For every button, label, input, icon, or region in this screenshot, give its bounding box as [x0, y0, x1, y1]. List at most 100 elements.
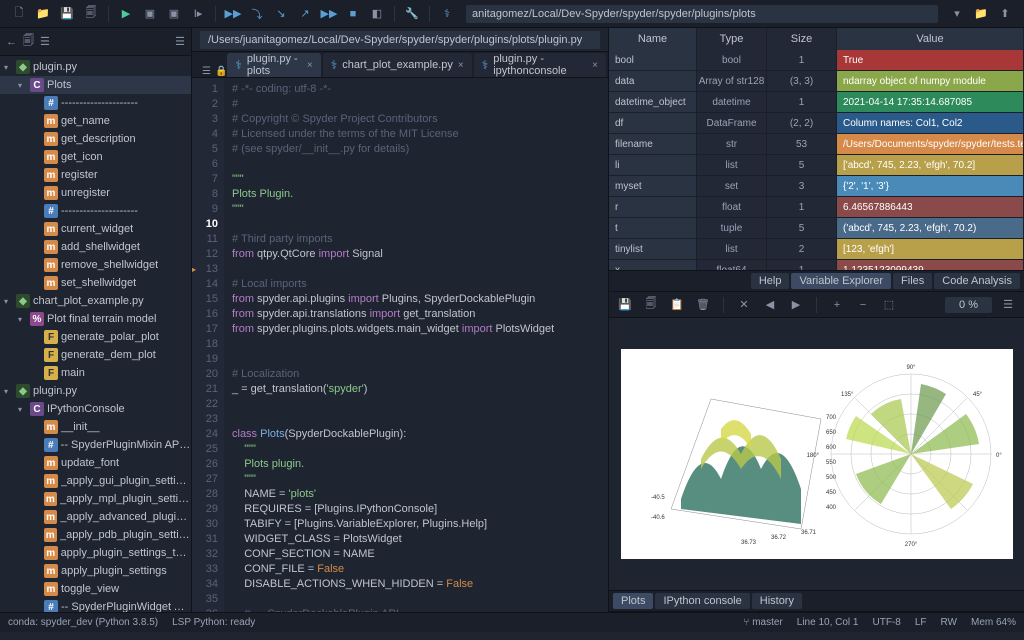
- save-icon[interactable]: 💾: [56, 3, 78, 25]
- pane-tab[interactable]: Files: [893, 273, 932, 289]
- run-icon[interactable]: ▶: [115, 3, 137, 25]
- pane-tab[interactable]: History: [752, 593, 802, 609]
- col-name[interactable]: Name: [609, 28, 697, 50]
- plot-fit-icon[interactable]: ⬚: [879, 295, 899, 315]
- variable-row[interactable]: ttuple5('abcd', 745, 2.23, 'efgh', 70.2): [609, 218, 1024, 239]
- new-file-icon[interactable]: 🗋: [8, 3, 30, 25]
- outline-item[interactable]: Fmain: [0, 364, 191, 382]
- outline-item[interactable]: mapply_plugin_settings_to_c: [0, 544, 191, 562]
- close-icon[interactable]: ×: [592, 60, 598, 71]
- plot-next-icon[interactable]: ▶: [786, 295, 806, 315]
- outline-item[interactable]: ▾%Plot final terrain model: [0, 310, 191, 328]
- save-all-icon[interactable]: 🗐: [80, 3, 102, 25]
- outline-item[interactable]: mget_description: [0, 130, 191, 148]
- plot-saveall-icon[interactable]: 🗐: [641, 295, 661, 315]
- editor-tab[interactable]: ⚕plugin.py - plots×: [227, 53, 320, 77]
- run-cell-advance-icon[interactable]: ▣: [163, 3, 185, 25]
- step-in-icon[interactable]: ↘: [270, 3, 292, 25]
- status-enc[interactable]: UTF-8: [872, 617, 900, 628]
- copy-icon[interactable]: 🗐: [23, 32, 34, 51]
- plot-delete-icon[interactable]: 🗑: [693, 295, 713, 315]
- variable-row[interactable]: xfloat6411.1235123099439: [609, 260, 1024, 270]
- col-size[interactable]: Size: [767, 28, 837, 50]
- menu-icon[interactable]: ☰: [175, 35, 185, 48]
- pane-tab[interactable]: Plots: [613, 593, 653, 609]
- step-out-icon[interactable]: ↗: [294, 3, 316, 25]
- cwd-dropdown-icon[interactable]: ▾: [946, 3, 968, 25]
- pane-tab[interactable]: Help: [751, 273, 790, 289]
- code-editor[interactable]: # -*- coding: utf-8 -*-## Copyright © Sp…: [224, 78, 608, 612]
- variable-row[interactable]: mysetset3{'2', '1', '3'}: [609, 176, 1024, 197]
- outline-item[interactable]: Fgenerate_polar_plot: [0, 328, 191, 346]
- close-icon[interactable]: ×: [307, 60, 313, 71]
- plot-save-icon[interactable]: 💾: [615, 295, 635, 315]
- run-cell-icon[interactable]: ▣: [139, 3, 161, 25]
- close-icon[interactable]: ×: [458, 60, 464, 71]
- variable-row[interactable]: datetime_objectdatetime12021-04-14 17:35…: [609, 92, 1024, 113]
- collapse-icon[interactable]: ☰: [40, 35, 50, 48]
- tabs-lock-icon2[interactable]: 🔒: [215, 66, 227, 77]
- plot-zoomout-icon[interactable]: −: [853, 295, 873, 315]
- step-over-icon[interactable]: ⤵: [246, 3, 268, 25]
- outline-item[interactable]: mremove_shellwidget: [0, 256, 191, 274]
- outline-item[interactable]: ▾CPlots: [0, 76, 191, 94]
- outline-item[interactable]: m__init__: [0, 418, 191, 436]
- outline-item[interactable]: mget_icon: [0, 148, 191, 166]
- status-conda[interactable]: conda: spyder_dev (Python 3.8.5): [8, 617, 158, 628]
- variable-row[interactable]: dfDataFrame(2, 2)Column names: Col1, Col…: [609, 113, 1024, 134]
- outline-item[interactable]: #-- SpyderPluginWidget API: [0, 598, 191, 612]
- outline-item[interactable]: mapply_plugin_settings: [0, 562, 191, 580]
- outline-item[interactable]: ▾◆plugin.py: [0, 58, 191, 76]
- outline-item[interactable]: m_apply_pdb_plugin_settings: [0, 526, 191, 544]
- outline-item[interactable]: #-- SpyderPluginMixin API --: [0, 436, 191, 454]
- outline-item[interactable]: mset_shellwidget: [0, 274, 191, 292]
- plot-menu-icon[interactable]: ☰: [998, 295, 1018, 315]
- outline-item[interactable]: m_apply_gui_plugin_settings: [0, 472, 191, 490]
- pane-tab[interactable]: IPython console: [655, 593, 749, 609]
- outline-item[interactable]: mtoggle_view: [0, 580, 191, 598]
- variable-row[interactable]: dataArray of str128(3, 3)ndarray object …: [609, 71, 1024, 92]
- plot-view[interactable]: -40.6 -40.5 36.71 36.72 36.73 700 650 60…: [609, 318, 1024, 590]
- outline-item[interactable]: ▾CIPythonConsole: [0, 400, 191, 418]
- python-icon[interactable]: ⚕: [436, 3, 458, 25]
- plot-zoomin-icon[interactable]: +: [827, 295, 847, 315]
- run-selection-icon[interactable]: I▸: [187, 3, 209, 25]
- outline-item[interactable]: mregister: [0, 166, 191, 184]
- pane-tab[interactable]: Code Analysis: [934, 273, 1020, 289]
- outline-item[interactable]: munregister: [0, 184, 191, 202]
- status-branch[interactable]: ⑂ master: [743, 617, 782, 628]
- outline-item[interactable]: Fgenerate_dem_plot: [0, 346, 191, 364]
- variable-row[interactable]: boolbool1True: [609, 50, 1024, 71]
- outline-item[interactable]: ▾◆plugin.py: [0, 382, 191, 400]
- parent-dir-icon[interactable]: ⬆: [994, 3, 1016, 25]
- back-icon[interactable]: ←: [6, 36, 17, 48]
- cwd-input[interactable]: [466, 5, 938, 23]
- plot-close-icon[interactable]: ✕: [734, 295, 754, 315]
- status-eol[interactable]: LF: [915, 617, 927, 628]
- outline-item[interactable]: #---------------------: [0, 94, 191, 112]
- outline-item[interactable]: madd_shellwidget: [0, 238, 191, 256]
- maximize-icon[interactable]: ◧: [366, 3, 388, 25]
- variable-row[interactable]: tinylistlist2[123, 'efgh']: [609, 239, 1024, 260]
- browse-cwd-icon[interactable]: 📁: [970, 3, 992, 25]
- col-type[interactable]: Type: [697, 28, 767, 50]
- open-folder-icon[interactable]: 📁: [32, 3, 54, 25]
- outline-item[interactable]: mupdate_font: [0, 454, 191, 472]
- outline-item[interactable]: m_apply_mpl_plugin_settings: [0, 490, 191, 508]
- outline-item[interactable]: mget_name: [0, 112, 191, 130]
- file-path-input[interactable]: [200, 31, 600, 49]
- debug-icon[interactable]: ▶▶: [222, 3, 244, 25]
- stop-debug-icon[interactable]: ■: [342, 3, 364, 25]
- editor-tab[interactable]: ⚕plugin.py - ipythonconsole×: [474, 53, 606, 77]
- col-value[interactable]: Value: [837, 28, 1024, 50]
- variable-row[interactable]: filenamestr53/Users/Documents/spyder/spy…: [609, 134, 1024, 155]
- variable-row[interactable]: lilist5['abcd', 745, 2.23, 'efgh', 70.2]: [609, 155, 1024, 176]
- plot-copy-icon[interactable]: 📋: [667, 295, 687, 315]
- variable-row[interactable]: rfloat16.46567886443: [609, 197, 1024, 218]
- preferences-icon[interactable]: 🔧: [401, 3, 423, 25]
- plot-prev-icon[interactable]: ◀: [760, 295, 780, 315]
- outline-item[interactable]: mcurrent_widget: [0, 220, 191, 238]
- continue-icon[interactable]: ▶▶: [318, 3, 340, 25]
- editor-tab[interactable]: ⚕chart_plot_example.py×: [323, 53, 472, 77]
- outline-item[interactable]: #---------------------: [0, 202, 191, 220]
